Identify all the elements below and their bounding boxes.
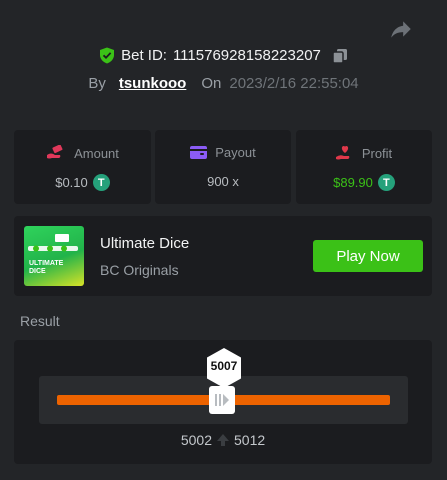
bet-id-label: Bet ID:: [121, 47, 167, 64]
payout-label: Payout: [215, 145, 256, 160]
profit-stat: Profit $89.90 T: [296, 130, 432, 204]
share-button[interactable]: [388, 16, 414, 42]
range-high: 5012: [234, 432, 266, 448]
usdt-coin-icon: T: [92, 174, 110, 191]
hand-heart-icon: [335, 146, 350, 160]
result-range: 5002 5012: [14, 432, 432, 448]
share-icon: [391, 21, 411, 38]
result-value: 5007: [210, 359, 238, 373]
bet-author-row: By tsunkooo On 2023/2/16 22:55:04: [0, 75, 447, 92]
profit-value: $89.90: [333, 175, 373, 190]
profit-label: Profit: [361, 145, 393, 161]
amount-value: $0.10: [55, 175, 88, 190]
amount-stat: Amount $0.10 T: [14, 130, 151, 204]
slider-grip-icon: [215, 394, 229, 406]
bet-date: 2023/2/16 22:55:04: [229, 75, 359, 92]
range-low: 5002: [180, 432, 212, 448]
copy-icon[interactable]: [332, 48, 348, 64]
game-title[interactable]: Ultimate Dice: [100, 235, 189, 252]
thumbnail-text: ULTIMATE DICE: [29, 260, 64, 275]
game-thumbnail[interactable]: ULTIMATE DICE: [24, 226, 84, 286]
payout-value: 900 x: [207, 174, 239, 189]
hand-coins-icon: [47, 145, 63, 159]
slider-handle[interactable]: [209, 386, 235, 414]
username-link[interactable]: tsunkooo: [119, 75, 187, 92]
wallet-icon: [190, 146, 208, 159]
verified-shield-icon: [100, 47, 115, 64]
dice-slider-graphic: [28, 234, 78, 252]
result-heading: Result: [20, 313, 60, 329]
game-card: ULTIMATE DICE Ultimate Dice BC Originals…: [14, 216, 432, 296]
amount-label: Amount: [74, 145, 119, 161]
on-label: On: [201, 75, 222, 92]
usdt-coin-icon: T: [377, 174, 395, 191]
bet-id-value: 111576928158223207: [172, 47, 321, 64]
by-label: By: [88, 75, 106, 92]
play-now-button[interactable]: Play Now: [313, 240, 423, 272]
game-provider: BC Originals: [100, 262, 179, 278]
bet-id-row: Bet ID: 111576928158223207: [0, 47, 447, 64]
caret-up-icon: [217, 434, 229, 446]
payout-stat: Payout 900 x: [155, 130, 291, 204]
result-card: 5007 5002 5012: [14, 340, 432, 464]
